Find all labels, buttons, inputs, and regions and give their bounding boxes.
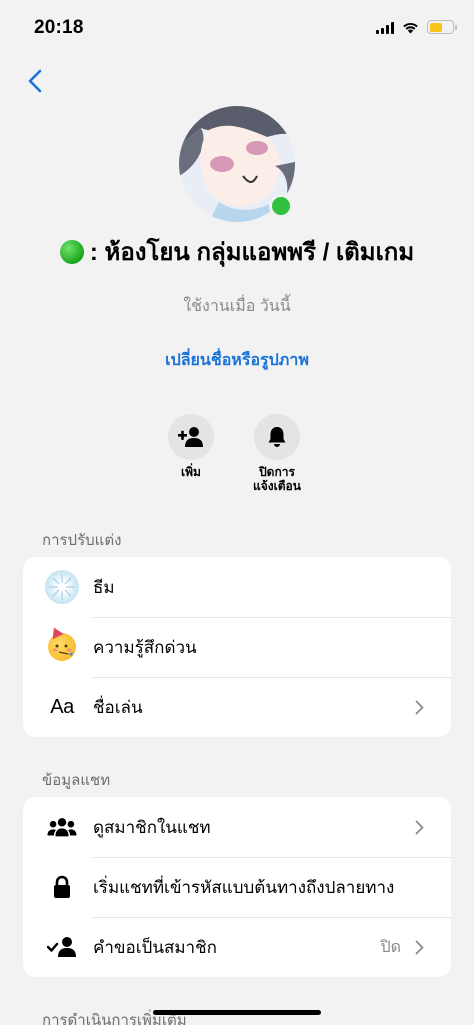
customize-card: ธีม ความรู้สึกด่วน Aa ชื่อเล่น bbox=[23, 557, 451, 737]
member-requests-label: คำขอเป็นสมาชิก bbox=[93, 937, 217, 957]
cellular-signal-icon bbox=[376, 21, 394, 34]
quick-reaction-row[interactable]: ความรู้สึกด่วน bbox=[23, 617, 451, 677]
chevron-right-icon bbox=[409, 700, 429, 715]
active-status: ใช้งานเมื่อ วันนี้ bbox=[183, 298, 291, 315]
section-title-chat-info: ข้อมูลแชท bbox=[42, 772, 111, 789]
action-buttons: เพิ่ม ปิดการ แจ้งเตือน bbox=[0, 414, 474, 504]
theme-row[interactable]: ธีม bbox=[23, 557, 451, 617]
member-requests-row[interactable]: คำขอเป็นสมาชิก ปิด bbox=[23, 917, 451, 977]
section-title-customize: การปรับแต่ง bbox=[42, 532, 122, 549]
theme-icon-wrap bbox=[45, 570, 79, 604]
group-name-text: : ห้องโยน กลุ่มแอพพรี / เติมเกม bbox=[89, 239, 415, 266]
status-bar: 20:18 bbox=[0, 0, 474, 56]
add-member-circle[interactable] bbox=[168, 414, 214, 460]
battery-fill bbox=[429, 22, 442, 32]
encrypted-chat-row[interactable]: เริ่มแชทที่เข้ารหัสแบบต้นทางถึงปลายทาง bbox=[23, 857, 451, 917]
status-time: 20:18 bbox=[34, 17, 84, 38]
quick-reaction-label: ความรู้สึกด่วน bbox=[93, 637, 197, 657]
view-members-row[interactable]: ดูสมาชิกในแชท bbox=[23, 797, 451, 857]
encrypted-chat-label: เริ่มแชทที่เข้ารหัสแบบต้นทางถึงปลายทาง bbox=[93, 877, 395, 897]
group-avatar-container[interactable] bbox=[179, 106, 295, 222]
theme-label: ธีม bbox=[93, 577, 115, 597]
text-aa-icon: Aa bbox=[50, 695, 74, 718]
theme-icon bbox=[45, 570, 79, 604]
change-name-or-photo-link[interactable]: เปลี่ยนชื่อหรือรูปภาพ bbox=[0, 348, 474, 373]
add-member-label: เพิ่ม bbox=[181, 465, 201, 479]
wifi-icon bbox=[403, 22, 418, 33]
chevron-left-icon bbox=[28, 69, 42, 93]
chevron-right-icon bbox=[409, 940, 429, 955]
lock-icon bbox=[47, 872, 77, 902]
party-face-emoji-icon-wrap bbox=[47, 632, 77, 662]
home-indicator[interactable] bbox=[153, 1010, 321, 1015]
group-people-icon bbox=[47, 812, 77, 842]
member-requests-value: ปิด bbox=[380, 938, 401, 956]
mute-notifications-circle[interactable] bbox=[254, 414, 300, 460]
add-person-icon bbox=[178, 427, 203, 447]
mute-label-line1: ปิดการ bbox=[259, 465, 295, 479]
chevron-right-icon bbox=[409, 820, 429, 835]
add-member-button[interactable]: เพิ่ม bbox=[146, 414, 236, 479]
green-circle-emoji-icon bbox=[59, 239, 84, 264]
member-request-icon bbox=[47, 932, 77, 962]
chat-info-card: ดูสมาชิกในแชท เริ่มแชทที่เข้ารหัสแบบต้นท… bbox=[23, 797, 451, 977]
nicknames-row[interactable]: Aa ชื่อเล่น bbox=[23, 677, 451, 737]
mute-notifications-label: ปิดการ แจ้งเตือน bbox=[232, 465, 322, 493]
view-members-label: ดูสมาชิกในแชท bbox=[93, 817, 211, 837]
status-icons bbox=[376, 20, 457, 34]
mute-notifications-button[interactable]: ปิดการ แจ้งเตือน bbox=[232, 414, 322, 493]
group-name: : ห้องโยน กลุ่มแอพพรี / เติมเกม bbox=[0, 232, 474, 271]
battery-icon bbox=[427, 20, 457, 34]
party-face-emoji-icon bbox=[48, 633, 76, 661]
mute-label-line2: แจ้งเตือน bbox=[253, 479, 301, 493]
bell-icon bbox=[268, 427, 286, 447]
back-button[interactable] bbox=[20, 64, 50, 98]
online-status-dot bbox=[269, 194, 293, 218]
nicknames-label: ชื่อเล่น bbox=[93, 697, 143, 717]
